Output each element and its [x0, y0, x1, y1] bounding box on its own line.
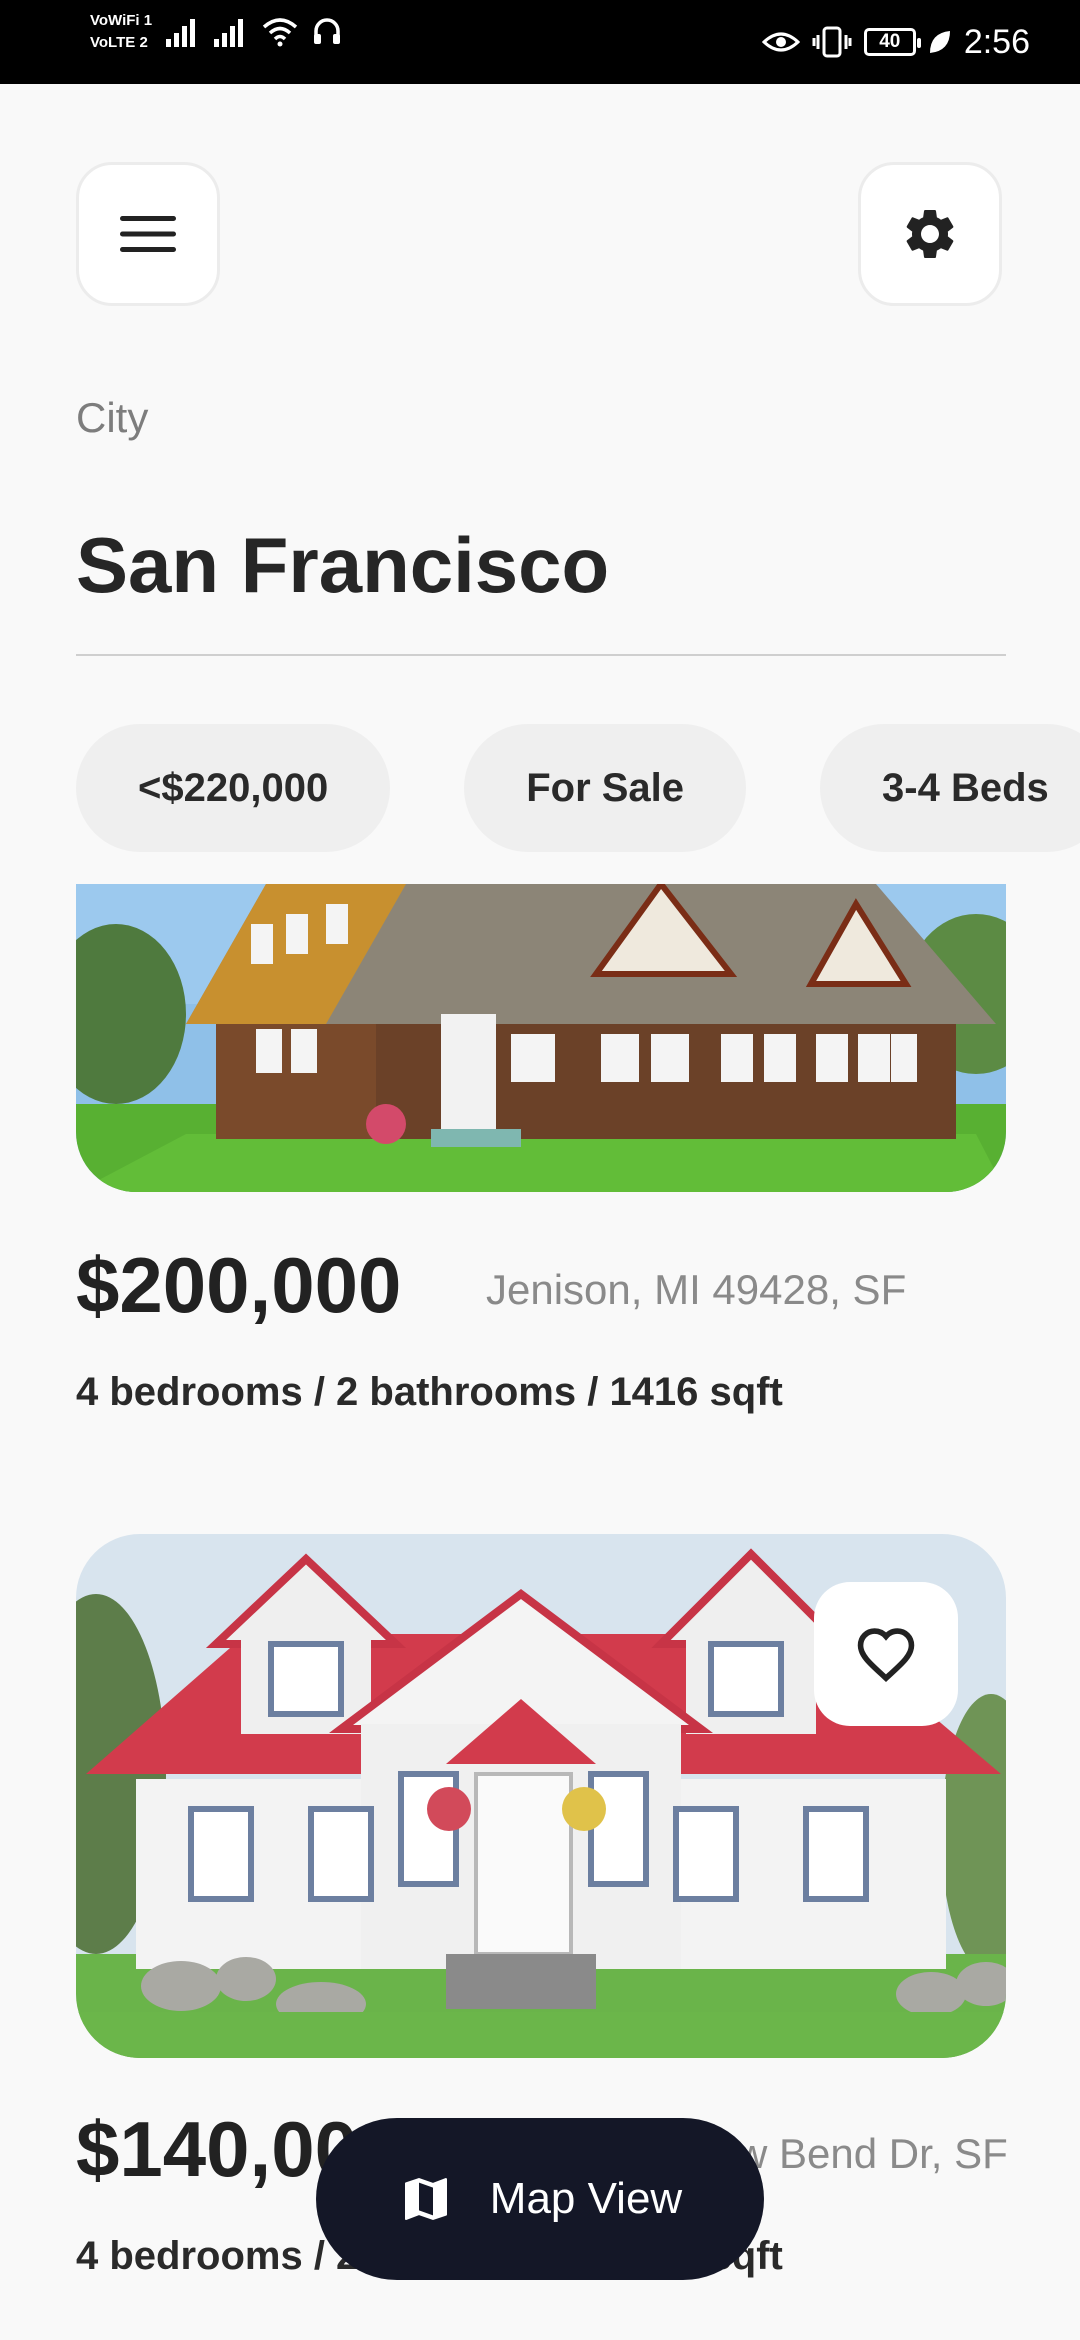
settings-button[interactable]	[858, 162, 1002, 306]
leaf-icon	[929, 31, 950, 53]
clock: 2:56	[963, 22, 1030, 61]
signal-icon-2	[214, 19, 244, 47]
wifi-icon	[262, 18, 298, 47]
filter-chip-beds[interactable]: 3-4 Beds	[820, 724, 1080, 852]
map-view-label: Map View	[489, 2174, 683, 2223]
listing-price-1: $200,000	[76, 1241, 402, 1329]
vibrate-icon	[812, 26, 852, 58]
map-view-button[interactable]: Map View	[316, 2118, 764, 2280]
hamburger-menu-icon	[120, 216, 176, 252]
volte-badge: VoLTE 2	[90, 34, 148, 51]
signal-icon	[166, 19, 196, 47]
status-left: VoWiFi 1 VoLTE 2	[90, 12, 342, 52]
heart-icon	[857, 1628, 915, 1682]
eye-icon	[761, 32, 800, 52]
map-icon	[404, 2178, 447, 2220]
vowifi-badge: VoWiFi 1	[90, 12, 153, 29]
listing-image-1[interactable]	[76, 884, 1006, 1192]
city-name[interactable]: San Francisco	[76, 520, 609, 611]
favorite-button[interactable]	[814, 1582, 958, 1726]
status-bar: VoWiFi 1 VoLTE 2 40 2:56	[0, 0, 1080, 84]
headset-icon	[314, 18, 341, 44]
listing-address-1: Jenison, MI 49428, SF	[486, 1266, 907, 1313]
network-badges: VoWiFi 1 VoLTE 2	[90, 12, 152, 52]
divider	[76, 654, 1006, 656]
filter-chip-price[interactable]: <$220,000	[76, 724, 391, 852]
status-right: 40 2:56	[761, 14, 1030, 70]
filter-chips: <$220,000 For Sale 3-4 Beds	[76, 724, 1080, 852]
listing-details-1: 4 bedrooms / 2 bathrooms / 1416 sqft	[76, 1370, 783, 1414]
battery-indicator: 40	[863, 28, 921, 56]
menu-button[interactable]	[76, 162, 220, 306]
gear-icon	[906, 210, 954, 258]
city-label: City	[76, 394, 149, 441]
filter-chip-status[interactable]: For Sale	[464, 724, 747, 852]
